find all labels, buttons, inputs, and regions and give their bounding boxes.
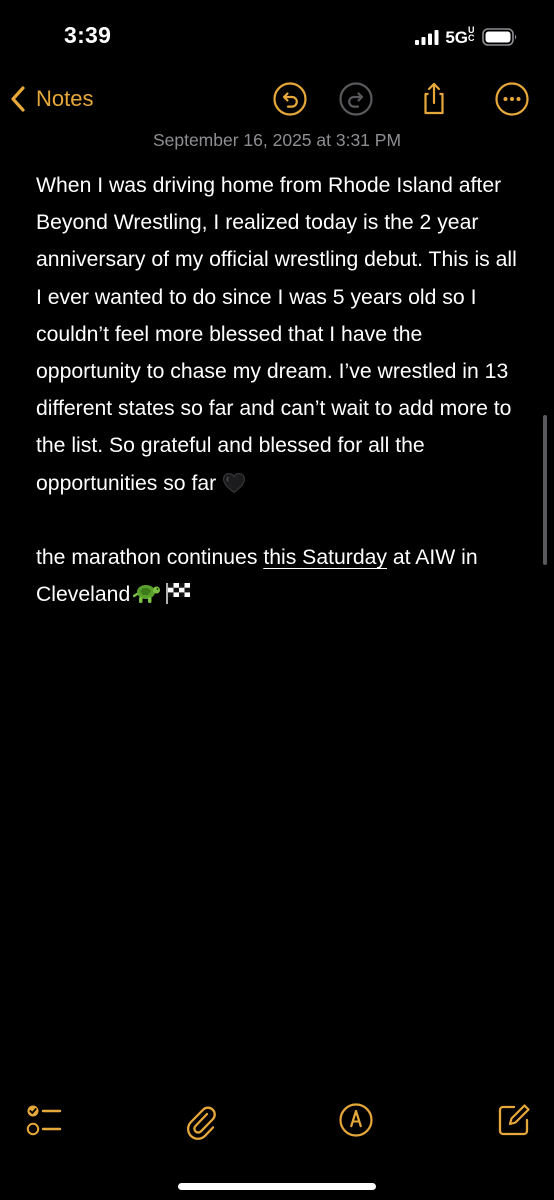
- share-icon[interactable]: [416, 81, 452, 117]
- note-timestamp: September 16, 2025 at 3:31 PM: [152, 130, 402, 150]
- redo-icon[interactable]: [338, 81, 374, 117]
- network-type: 5GUC: [445, 25, 475, 48]
- note-paragraph-2: the marathon continues this Saturday at …: [36, 546, 478, 607]
- battery-icon: [482, 28, 517, 46]
- status-time: 3:39: [64, 22, 112, 48]
- back-label: Notes: [36, 86, 94, 111]
- chevron-left-icon: [11, 86, 25, 112]
- black-heart-emoji: [223, 472, 246, 493]
- home-indicator[interactable]: [178, 1183, 376, 1190]
- signal-bars-icon: [415, 29, 439, 45]
- more-icon[interactable]: [494, 81, 530, 117]
- checkered-flag-emoji: [166, 583, 191, 605]
- note-paragraph-1: When I was driving home from Rhode Islan…: [36, 174, 517, 495]
- scroll-indicator[interactable]: [543, 415, 547, 565]
- note-body[interactable]: When I was driving home from Rhode Islan…: [36, 167, 520, 613]
- compose-icon[interactable]: [494, 1100, 534, 1140]
- status-indicators: 5GUC: [415, 25, 518, 49]
- undo-icon[interactable]: [272, 81, 308, 117]
- back-button[interactable]: Notes: [10, 82, 93, 116]
- paperclip-icon[interactable]: [180, 1100, 220, 1140]
- markup-pen-icon[interactable]: [336, 1100, 376, 1140]
- network-suffix: UC: [468, 25, 475, 43]
- checklist-icon[interactable]: [24, 1100, 64, 1140]
- date-link[interactable]: this Saturday: [263, 546, 387, 569]
- turtle-emoji: [133, 585, 161, 604]
